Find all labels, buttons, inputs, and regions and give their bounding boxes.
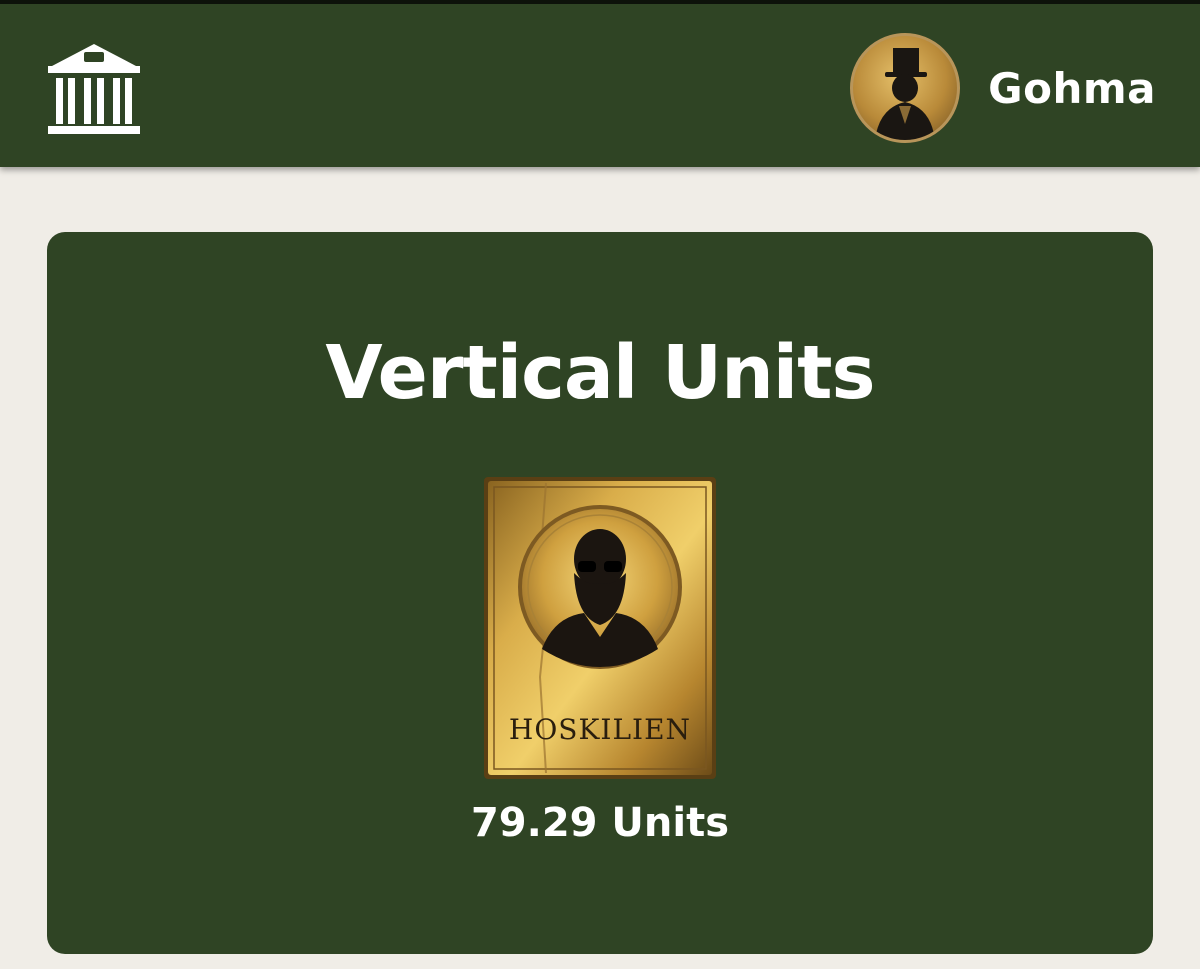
username: Gohma [988, 63, 1156, 113]
top-bar: Gohma [0, 0, 1200, 167]
avatar[interactable] [850, 33, 961, 143]
top-hat-silhouette-icon [875, 48, 936, 140]
user-profile[interactable]: Gohma [850, 30, 1156, 146]
bank-building-icon[interactable] [44, 40, 144, 140]
unit-amount: 79.29 Units [470, 800, 730, 846]
card-label: HOSKILIEN [509, 713, 691, 746]
unit-card-hoskilien[interactable]: HOSKILIEN [484, 477, 716, 779]
page-title: Vertical Units [325, 330, 875, 416]
